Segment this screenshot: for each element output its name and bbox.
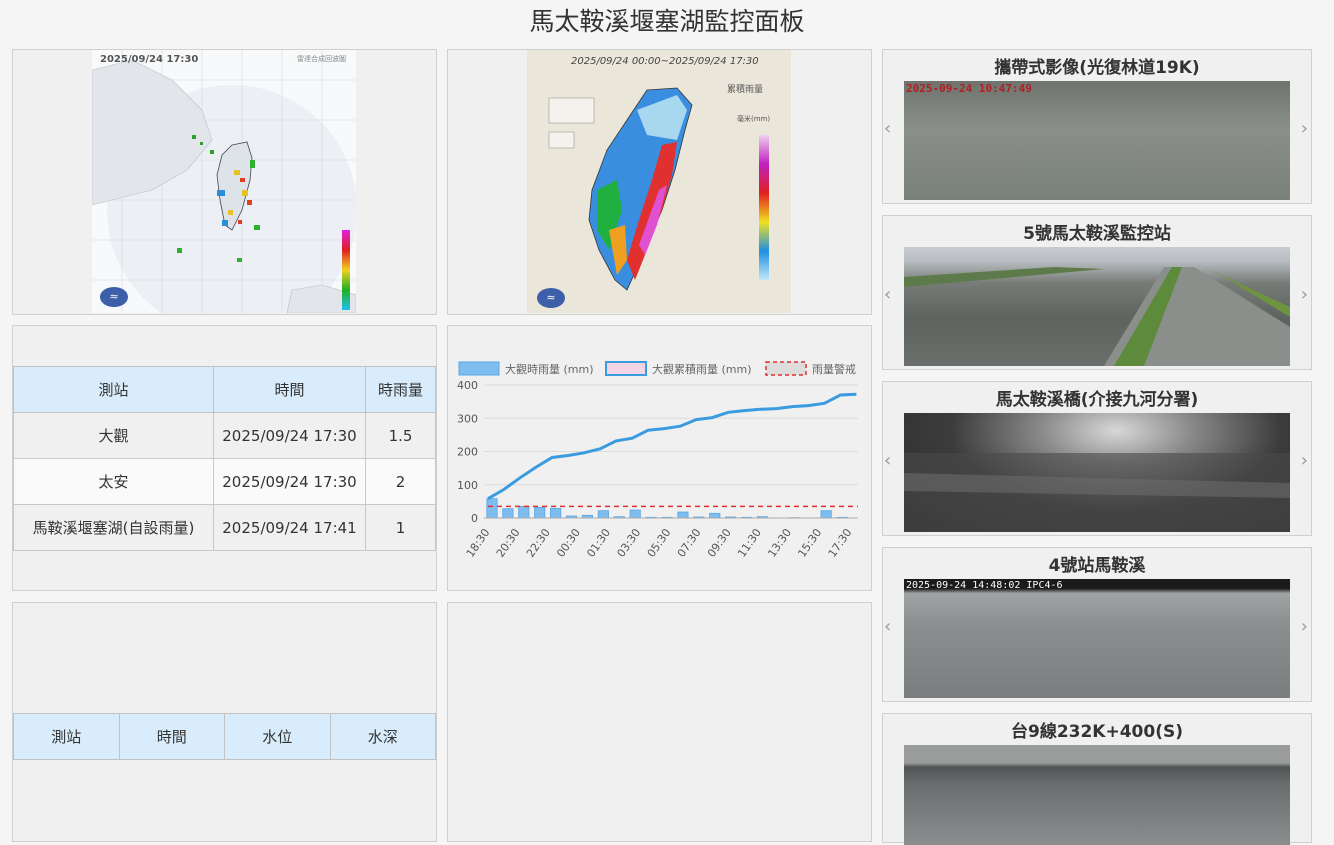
- rain-chart: 大觀時雨量 (mm) 大觀累積雨量 (mm) 雨量警戒 400 300 200 100 018…: [448, 326, 871, 590]
- rain-time: 2025/09/24 17:30: [214, 413, 366, 459]
- x-tick-label: 17:30: [826, 526, 855, 559]
- camera-image[interactable]: 2025-09-24 10:47:49: [904, 81, 1290, 200]
- x-tick-label: 13:30: [765, 526, 794, 559]
- water-header-time: 時間: [119, 714, 225, 760]
- empty-panel: [447, 602, 872, 842]
- prev-arrow-icon[interactable]: ‹: [884, 284, 891, 305]
- accumulated-rain-image[interactable]: 2025/09/24 00:00~2025/09/24 17:30 累積雨量 毫…: [527, 50, 791, 313]
- accumulated-caption: 累積雨量: [727, 82, 763, 95]
- rain-value: 2: [366, 459, 436, 505]
- hourly-rain-bar: [678, 512, 688, 518]
- y-tick-label: 100: [457, 479, 478, 492]
- cwa-logo-icon: ≈: [100, 287, 128, 307]
- rain-value: 1.5: [366, 413, 436, 459]
- camera-image[interactable]: 2025-09-24 14:48:02 IPC4-6: [904, 579, 1290, 698]
- radar-timestamp: 2025/09/24 17:30: [100, 54, 198, 65]
- camera-panel: 馬太鞍溪橋(介接九河分署) ‹ ›: [882, 381, 1312, 536]
- x-tick-label: 03:30: [614, 526, 643, 559]
- camera-panel: 4號站馬鞍溪 2025-09-24 14:48:02 IPC4-6 ‹ ›: [882, 547, 1312, 702]
- accumulated-range: 2025/09/24 00:00~2025/09/24 17:30: [571, 56, 759, 67]
- hourly-rain-bar: [503, 509, 513, 518]
- camera-title: 台9線232K+400(S): [883, 717, 1311, 742]
- page-title: 馬太鞍溪堰塞湖監控面板: [0, 0, 1334, 44]
- prev-arrow-icon[interactable]: ‹: [884, 118, 891, 139]
- water-header-level: 水位: [225, 714, 331, 760]
- hourly-rain-bar: [821, 511, 831, 518]
- rain-table: 測站 時間 時雨量 大觀 2025/09/24 17:30 1.5 太安 202…: [13, 366, 436, 551]
- y-tick-label: 0: [471, 512, 478, 525]
- water-header-depth: 水深: [330, 714, 436, 760]
- hourly-rain-bar: [598, 511, 608, 518]
- radar-caption: 雷達合成回波圖: [297, 54, 346, 64]
- y-tick-label: 400: [457, 379, 478, 392]
- camera-stamp: 2025-09-24 14:48:02 IPC4-6: [906, 580, 1063, 591]
- camera-title: 攜帶式影像(光復林道19K): [883, 53, 1311, 78]
- x-tick-label: 20:30: [494, 526, 523, 559]
- prev-arrow-icon[interactable]: ‹: [884, 450, 891, 471]
- radar-image[interactable]: 2025/09/24 17:30 雷達合成回波圖 ≈: [92, 50, 356, 313]
- camera-image[interactable]: [904, 247, 1290, 366]
- x-tick-label: 07:30: [675, 526, 704, 559]
- next-arrow-icon[interactable]: ›: [1301, 284, 1308, 305]
- camera-title: 5號馬太鞍溪監控站: [883, 219, 1311, 244]
- camera-scene: [904, 247, 1290, 366]
- camera-title: 4號站馬鞍溪: [883, 551, 1311, 576]
- legend-swatch-cumulative: [606, 362, 646, 375]
- hourly-rain-bar: [630, 510, 640, 518]
- rain-time: 2025/09/24 17:30: [214, 459, 366, 505]
- camera-panel: 攜帶式影像(光復林道19K) 2025-09-24 10:47:49 ‹ ›: [882, 49, 1312, 204]
- rain-chart-panel: 大觀時雨量 (mm) 大觀累積雨量 (mm) 雨量警戒 400 300 200 100 018…: [447, 325, 872, 591]
- water-table-panel: 測站 時間 水位 水深: [12, 602, 437, 842]
- x-tick-label: 18:30: [464, 526, 493, 559]
- rain-station: 馬鞍溪堰塞湖(自設雨量): [14, 505, 214, 551]
- x-tick-label: 11:30: [735, 526, 764, 559]
- table-row: 大觀 2025/09/24 17:30 1.5: [14, 413, 436, 459]
- rain-header-time: 時間: [214, 367, 366, 413]
- legend-swatch-hourly: [459, 362, 499, 375]
- prev-arrow-icon[interactable]: ‹: [884, 616, 891, 637]
- y-tick-label: 300: [457, 412, 478, 425]
- x-tick-label: 05:30: [645, 526, 674, 559]
- camera-title: 馬太鞍溪橋(介接九河分署): [883, 385, 1311, 410]
- legend-label: 雨量警戒: [812, 362, 856, 376]
- rain-station: 大觀: [14, 413, 214, 459]
- camera-scene: [904, 413, 1290, 532]
- camera-image[interactable]: [904, 413, 1290, 532]
- cumulative-rain-line: [488, 394, 856, 498]
- legend-label: 大觀累積雨量 (mm): [652, 362, 752, 376]
- camera-panel: 5號馬太鞍溪監控站 ‹ ›: [882, 215, 1312, 370]
- next-arrow-icon[interactable]: ›: [1301, 450, 1308, 471]
- x-tick-label: 09:30: [705, 526, 734, 559]
- hourly-rain-bar: [487, 499, 497, 518]
- radar-map: [92, 50, 356, 313]
- x-tick-label: 00:30: [554, 526, 583, 559]
- rain-table-panel: 測站 時間 時雨量 大觀 2025/09/24 17:30 1.5 太安 202…: [12, 325, 437, 591]
- water-table: 測站 時間 水位 水深: [13, 713, 436, 760]
- rain-header-value: 時雨量: [366, 367, 436, 413]
- table-row: 馬鞍溪堰塞湖(自設雨量) 2025/09/24 17:41 1: [14, 505, 436, 551]
- cwa-logo-icon: ≈: [537, 288, 565, 308]
- table-row: 太安 2025/09/24 17:30 2: [14, 459, 436, 505]
- x-tick-label: 01:30: [584, 526, 613, 559]
- next-arrow-icon[interactable]: ›: [1301, 616, 1308, 637]
- camera-stamp: 2025-09-24 10:47:49: [906, 82, 1032, 95]
- hourly-rain-bar: [535, 507, 545, 518]
- water-header-station: 測站: [14, 714, 120, 760]
- next-arrow-icon[interactable]: ›: [1301, 118, 1308, 139]
- rain-station: 太安: [14, 459, 214, 505]
- camera-panel: 台9線232K+400(S): [882, 713, 1312, 843]
- hourly-rain-bar: [710, 513, 720, 518]
- legend-label: 大觀時雨量 (mm): [505, 362, 594, 376]
- x-tick-label: 22:30: [524, 526, 553, 559]
- rain-time: 2025/09/24 17:41: [214, 505, 366, 551]
- rain-value: 1: [366, 505, 436, 551]
- legend-swatch-warning: [766, 362, 806, 375]
- hourly-rain-bar: [519, 506, 529, 518]
- accumulated-unit: 毫米(mm): [737, 114, 770, 124]
- rain-header-station: 測站: [14, 367, 214, 413]
- camera-image[interactable]: [904, 745, 1290, 845]
- hourly-rain-bar: [550, 508, 560, 518]
- y-tick-label: 200: [457, 446, 478, 459]
- x-tick-label: 15:30: [795, 526, 824, 559]
